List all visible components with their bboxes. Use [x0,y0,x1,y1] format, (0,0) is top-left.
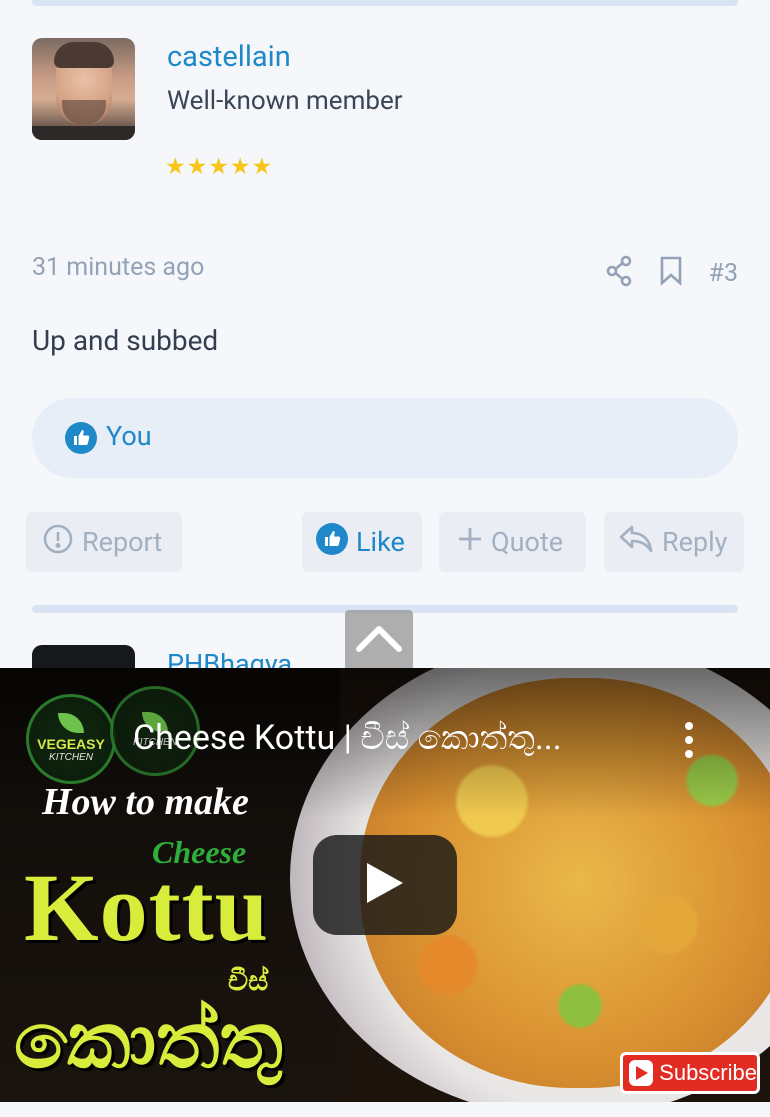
bookmark-icon[interactable] [659,256,683,290]
post-message: Up and subbed [32,324,219,357]
quote-label: Quote [491,526,564,558]
quote-button[interactable]: Quote [439,512,586,572]
video-embed[interactable]: VEGEASY KITCHEN KITCHEN Cheese Kottu | ච… [0,668,770,1102]
avatar[interactable] [32,38,135,140]
like-label: Like [356,526,405,558]
channel-logo[interactable]: VEGEASY KITCHEN [26,694,116,784]
plus-icon [457,526,483,559]
play-icon [365,861,405,909]
youtube-icon [629,1060,654,1086]
user-title: Well-known member [167,86,403,116]
more-vert-icon[interactable] [685,722,695,758]
report-icon [42,523,74,562]
thumbnail-sinhala-small: චීස් [228,964,269,997]
thumbnail-sinhala-big: කොත්තු [14,996,283,1087]
rating-stars: ★★★★★ [165,153,274,180]
post-timestamp[interactable]: 31 minutes ago [32,253,204,282]
chevron-up-icon [354,623,404,657]
share-icon[interactable] [605,255,633,291]
video-title[interactable]: Cheese Kottu | චීස් කොත්තු... [133,718,562,758]
subscribe-button[interactable]: Subscribe [620,1052,760,1094]
post-actions-top: #3 [605,255,738,291]
play-button[interactable] [313,835,457,935]
post-number-link[interactable]: #3 [709,259,738,288]
post-divider-top [32,0,738,6]
username-link[interactable]: castellain [167,40,291,74]
subscribe-label: Subscribe [659,1060,757,1085]
reaction-list-text[interactable]: You [106,420,152,452]
reactions-bar[interactable]: You [32,398,738,478]
reply-icon [618,524,654,561]
reply-label: Reply [662,526,728,558]
report-button[interactable]: Report [26,512,182,572]
thumbnail-kottu: Kottu [24,854,269,961]
reply-button[interactable]: Reply [604,512,744,572]
thumbnail-how-to: How to make [42,781,249,823]
scroll-to-top-button[interactable] [345,610,413,670]
like-icon [316,522,348,562]
like-button[interactable]: Like [302,512,422,572]
report-label: Report [82,526,163,558]
like-icon [65,422,97,458]
